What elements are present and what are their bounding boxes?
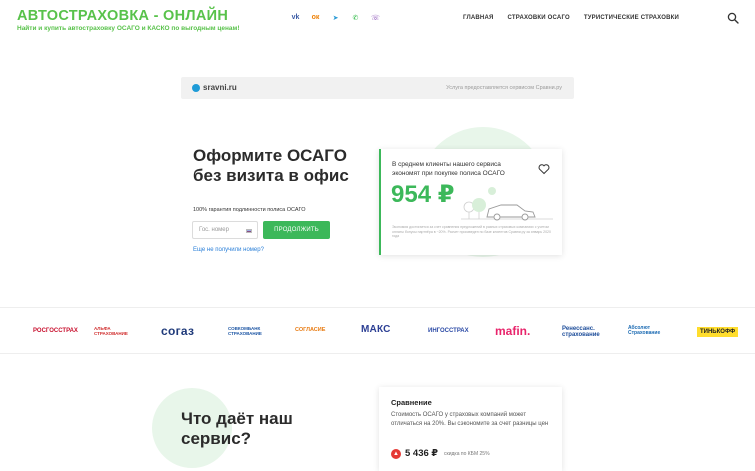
nav-item-osago[interactable]: СТРАХОВКИ ОСАГО xyxy=(508,15,570,21)
insurer-logo-mafin[interactable]: mafin. xyxy=(495,324,530,338)
social-links: vk ок ➤ ✆ ☏ xyxy=(290,12,381,23)
site-tagline: Найти и купить автостраховку ОСАГО и КАС… xyxy=(17,25,240,32)
odnoklassniki-icon[interactable]: ок xyxy=(310,12,321,23)
insurer-logo-ingosstrakh[interactable]: ИНГОССТРАХ xyxy=(428,328,469,334)
savings-card: В среднем клиенты нашего сервиса экономя… xyxy=(379,149,562,255)
plate-number-input[interactable]: Гос. номер xyxy=(192,221,258,239)
nav-item-travel[interactable]: ТУРИСТИЧЕСКИЕ СТРАХОВКИ xyxy=(584,15,679,21)
comparison-price: 5 436 ₽ xyxy=(405,448,439,459)
insurer-logo-alfa[interactable]: АЛЬФА СТРАХОВАНИЕ xyxy=(94,326,138,336)
whatsapp-icon[interactable]: ✆ xyxy=(350,12,361,23)
plate-number-placeholder: Гос. номер xyxy=(199,227,229,233)
comparison-text: Стоимость ОСАГО у страховых компаний мож… xyxy=(391,412,549,427)
insurer-logo-absolut[interactable]: Абсолют Страхование xyxy=(628,326,676,336)
savings-footnote: Экономия достигается за счет сравнения п… xyxy=(392,225,551,238)
heart-icon[interactable] xyxy=(538,163,550,175)
hero-title: Оформите ОСАГО без визита в офис xyxy=(193,146,349,185)
hero-subtitle: 100% гарантия подлинности полиса ОСАГО xyxy=(193,207,306,213)
comparison-price-row: ▲ 5 436 ₽ скидка по КБМ 25% xyxy=(391,448,490,459)
continue-button[interactable]: ПРОДОЛЖИТЬ xyxy=(263,221,330,239)
sravni-banner: sravni.ru Услуга предоставляется сервисо… xyxy=(181,77,574,99)
telegram-icon[interactable]: ➤ xyxy=(330,12,341,23)
site-title[interactable]: АВТОСТРАХОВКА - ОНЛАЙН xyxy=(17,8,228,24)
insurer-logo-sovcombank[interactable]: СОВКОМБАНК СТРАХОВАНИЕ xyxy=(228,326,274,336)
sravni-logo-text: sravni.ru xyxy=(203,83,237,92)
insurer-logo-tinkoff[interactable]: ТИНЬКОФФ xyxy=(697,327,739,337)
insurers-strip: РОСГОССТРАХ АЛЬФА СТРАХОВАНИЕ согаз СОВК… xyxy=(0,307,755,354)
insurer-logo-sogaz[interactable]: согаз xyxy=(161,324,194,338)
russian-flag-icon xyxy=(246,229,252,233)
comparison-title: Сравнение xyxy=(391,398,432,407)
sravni-note: Услуга предоставляется сервисом Сравни.р… xyxy=(446,84,562,91)
insurer-logo-rosgosstrakh[interactable]: РОСГОССТРАХ xyxy=(33,328,78,334)
no-number-link[interactable]: Еще не получили номер? xyxy=(193,247,264,253)
savings-text: В среднем клиенты нашего сервиса экономя… xyxy=(392,161,505,177)
vk-icon[interactable]: vk xyxy=(290,12,301,23)
car-illustration-icon xyxy=(461,187,553,221)
comparison-card: Сравнение Стоимость ОСАГО у страховых ко… xyxy=(379,387,562,471)
benefits-title: Что даёт наш сервис? xyxy=(181,409,293,448)
insurer-logo-soglasie[interactable]: СОГЛАСИЕ xyxy=(295,327,325,333)
sravni-logo-icon xyxy=(192,83,200,92)
main-nav: ГЛАВНАЯ СТРАХОВКИ ОСАГО ТУРИСТИЧЕСКИЕ СТ… xyxy=(463,15,679,21)
savings-amount: 954 ₽ xyxy=(391,181,455,208)
insurer-logo-renaissance[interactable]: Ренессанс. страхование xyxy=(562,326,612,338)
nav-item-home[interactable]: ГЛАВНАЯ xyxy=(463,15,494,21)
sravni-logo[interactable]: sravni.ru xyxy=(192,83,237,92)
search-icon[interactable] xyxy=(727,12,739,24)
insurer-badge-icon: ▲ xyxy=(391,448,401,459)
comparison-discount: скидка по КБМ 25% xyxy=(444,450,490,457)
site-header: АВТОСТРАХОВКА - ОНЛАЙН Найти и купить ав… xyxy=(0,0,755,44)
viber-icon[interactable]: ☏ xyxy=(370,12,381,23)
insurer-logo-maks[interactable]: МАКС xyxy=(361,324,391,335)
